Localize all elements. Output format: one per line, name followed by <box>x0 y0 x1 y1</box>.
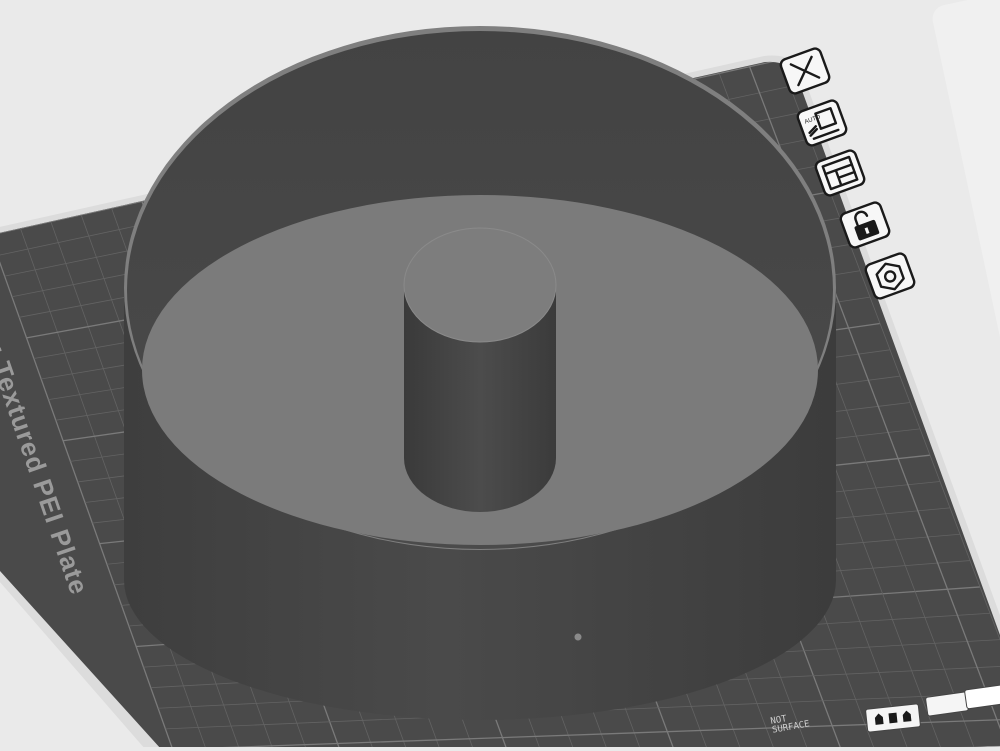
model-object[interactable] <box>124 26 836 720</box>
3d-viewport[interactable] <box>0 0 1000 747</box>
center-post-top <box>403 227 557 343</box>
layer-view-icon <box>874 710 912 725</box>
view-toggle-button[interactable] <box>864 703 922 733</box>
model-marker <box>574 633 582 641</box>
